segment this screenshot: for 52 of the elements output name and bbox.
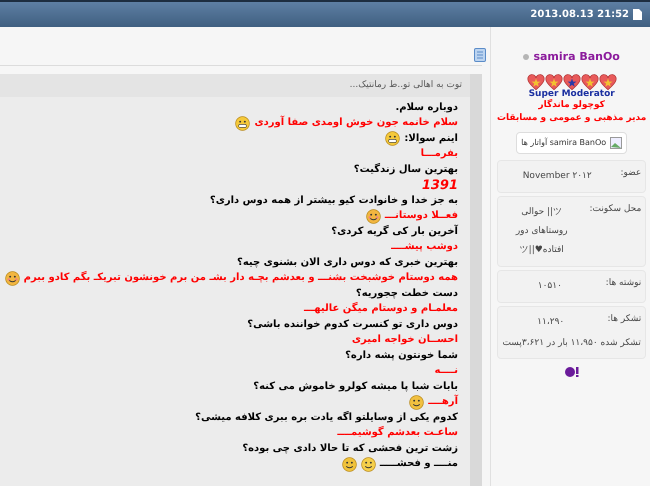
post-text-line: دوس داری تو کنسرت کدوم خواننده باشی؟ <box>247 320 458 330</box>
info-value: ツ|| حوالی روستاهای دور افتاده♥||ツ <box>514 206 569 256</box>
post-text-line: فعــلا دوستانـــ <box>384 211 458 222</box>
smiley-icon <box>409 394 424 410</box>
post-text-line: بهترین سال زندگیت؟ <box>354 164 458 175</box>
user-rank: کوچولو ماندگار <box>538 98 605 112</box>
smiley-icon <box>360 456 376 472</box>
post-text-line: به جز خدا و خانوادت کیو بیشتر از همه دوس داری؟ <box>210 196 458 206</box>
post-text-line: شما خونتون پشه داره؟ <box>345 350 458 361</box>
post-text-line: بهترین خبری که دوس داری الان بشنوی چیه؟ <box>237 258 458 268</box>
username[interactable]: samira BanOo <box>533 49 620 66</box>
post-text-line: آرهــــ <box>428 397 458 408</box>
info-value: November ۲۰۱۲ <box>522 170 593 182</box>
post-text-line: 1391 <box>422 178 458 192</box>
info-label: نوشته ها: <box>606 276 642 290</box>
smiley-icon <box>4 270 20 286</box>
smiley-icon <box>235 116 250 131</box>
avatars-button[interactable]: samira BanOo آواتار ها <box>516 132 628 154</box>
post-text-line: دوباره سلام. <box>395 102 458 113</box>
post-text-line: اینم سوالا: <box>404 134 458 144</box>
broken-image-icon <box>610 136 622 148</box>
post-text-line: آخرین بار کی گریه کردی؟ <box>331 226 458 237</box>
post-icon <box>474 48 486 62</box>
post-header: توت به اهالی تو..ط رمانتیک... <box>0 74 470 97</box>
info-label: تشکر ها: <box>607 312 642 326</box>
post-text-line: دست خطت چجوریه؟ <box>356 288 458 299</box>
post-text-line: همه دوستام خوشبخت بشنـــ و بعدشم بچـه دار بشـ من برم خونشون تبریکـ بگم کادو ببرم <box>24 273 458 284</box>
post-text-line: بفرمـــا <box>420 149 458 160</box>
post-text-line: دوشب پیشــــ <box>391 242 458 252</box>
post-text-line: سلام خانمه جون خوش اومدی صفا آوردی <box>254 118 458 128</box>
smiley-icon <box>385 131 400 146</box>
post-text-line: بابات شبا پا میشه کولرو خاموش می کنه؟ <box>253 382 458 392</box>
post-text-line: نــــه <box>434 366 458 376</box>
user-role: مدیر مذهبی و عمومی و مسابقات <box>497 112 646 125</box>
post-text-line: ساعـت بعدشم گوشیمــــ <box>337 428 458 438</box>
document-icon <box>633 9 642 20</box>
user-title: Super Moderator <box>528 88 615 98</box>
info-label: عضو: <box>620 166 642 180</box>
post-text-line: معلمـام و دوستام میگن عالیهـــ <box>304 304 458 314</box>
post-text-line: کدوم یکی از وسایلتو اگه یادت بره ببری کلافه میشی؟ <box>195 412 458 423</box>
post-text-line: زشت ترین فحشی که تا حالا دادی چی بوده؟ <box>242 444 458 454</box>
info-label: محل سکونت: <box>589 202 642 216</box>
post-date: 2013.08.13 21:52 <box>530 8 629 22</box>
post-text-line: منــــ و فحشـــــ <box>380 459 458 470</box>
info-value: ۱۰۵۱۰ <box>536 280 563 292</box>
yahoo-icon <box>564 366 579 376</box>
post-text-line: احســان خواجه امیری <box>352 335 458 346</box>
rank-hearts-icon <box>526 74 617 90</box>
info-note: تشکر شده ۱۱،۹۵۰ بار در ۳،۶۲۱پست <box>502 336 642 350</box>
info-value: ۱۱،۲۹۰ <box>536 316 566 328</box>
smiley-icon <box>342 456 357 472</box>
smiley-icon <box>366 208 381 224</box>
